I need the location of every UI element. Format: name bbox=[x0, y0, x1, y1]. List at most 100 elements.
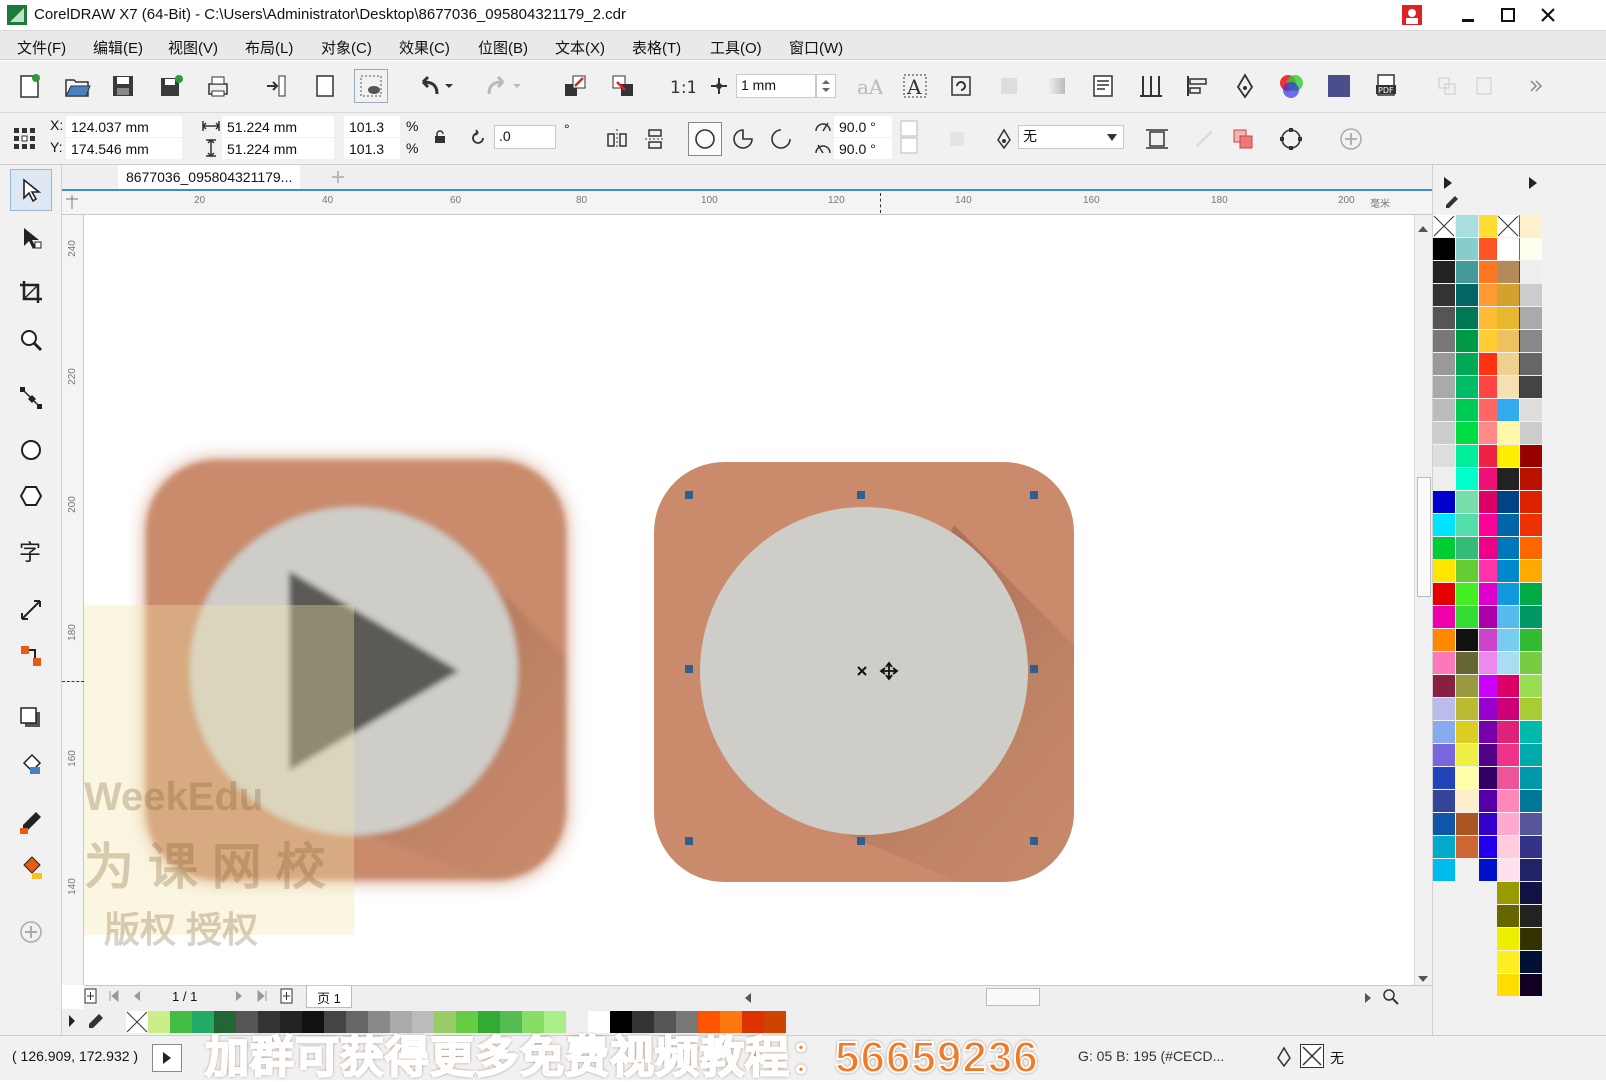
color-swatch[interactable] bbox=[1520, 422, 1542, 444]
nudge-distance-input[interactable]: 1 mm bbox=[736, 74, 816, 98]
ellipse-mode-icon[interactable] bbox=[688, 122, 722, 156]
palette-arrow-icon-2[interactable] bbox=[1528, 177, 1538, 192]
mirror-vertical-icon[interactable] bbox=[638, 122, 672, 156]
maximize-icon[interactable] bbox=[1490, 2, 1526, 28]
angle-spinner[interactable] bbox=[898, 118, 920, 156]
user-avatar-icon[interactable] bbox=[1400, 3, 1424, 27]
drop-shadow-tool-icon[interactable] bbox=[10, 697, 52, 739]
end-angle-input[interactable]: 90.0 ° bbox=[834, 138, 892, 159]
color-swatch[interactable] bbox=[1497, 882, 1519, 904]
y-position-input[interactable]: 174.546 mm bbox=[66, 138, 182, 159]
new-tab-icon[interactable] bbox=[328, 167, 348, 187]
publish-pdf-icon[interactable]: PDF bbox=[1370, 69, 1404, 103]
start-angle-input[interactable]: 90.0 ° bbox=[834, 116, 892, 137]
color-swatch[interactable] bbox=[1433, 468, 1455, 490]
selection-handle-bl[interactable] bbox=[685, 837, 693, 845]
doc-color-swatch[interactable] bbox=[368, 1011, 390, 1033]
color-swatch[interactable] bbox=[1456, 284, 1478, 306]
doc-color-swatch[interactable] bbox=[434, 1011, 456, 1033]
color-swatch[interactable] bbox=[1433, 721, 1455, 743]
redo-dropdown-icon[interactable] bbox=[510, 69, 524, 103]
text-convert-icon[interactable]: A bbox=[898, 69, 932, 103]
doc-color-swatch[interactable] bbox=[324, 1011, 346, 1033]
undo-dropdown-icon[interactable] bbox=[442, 69, 456, 103]
color-swatch[interactable] bbox=[1520, 790, 1542, 812]
toolbar-overflow-icon[interactable] bbox=[1524, 69, 1548, 103]
text-tool-icon[interactable]: 字 bbox=[10, 531, 52, 573]
zoom-tool-icon[interactable] bbox=[10, 319, 52, 361]
export-icon[interactable] bbox=[308, 69, 342, 103]
color-swatch[interactable] bbox=[1456, 330, 1478, 352]
color-swatch[interactable] bbox=[1456, 721, 1478, 743]
doc-color-swatch[interactable] bbox=[214, 1011, 236, 1033]
last-page-icon[interactable] bbox=[256, 989, 268, 1005]
doc-color-swatch[interactable] bbox=[148, 1011, 170, 1033]
doc-color-swatch[interactable] bbox=[632, 1011, 654, 1033]
selection-handle-tl[interactable] bbox=[685, 491, 693, 499]
color-swatch[interactable] bbox=[1520, 951, 1542, 973]
color-swatch[interactable] bbox=[1497, 721, 1519, 743]
color-swatch-icon[interactable] bbox=[1322, 69, 1356, 103]
menu-object[interactable]: 对象(C) bbox=[321, 37, 372, 58]
menu-edit[interactable]: 编辑(E) bbox=[93, 37, 143, 58]
no-fill-swatch-icon[interactable] bbox=[1497, 215, 1519, 237]
color-swatch[interactable] bbox=[1433, 537, 1455, 559]
color-swatch[interactable] bbox=[1520, 928, 1542, 950]
color-swatch[interactable] bbox=[1520, 652, 1542, 674]
connector-tool-icon[interactable] bbox=[10, 635, 52, 677]
color-swatch[interactable] bbox=[1520, 698, 1542, 720]
crop-tool-icon[interactable] bbox=[10, 271, 52, 313]
doc-color-swatch[interactable] bbox=[742, 1011, 764, 1033]
height-input[interactable]: 51.224 mm bbox=[222, 138, 334, 159]
color-swatch[interactable] bbox=[1520, 215, 1542, 237]
color-swatch[interactable] bbox=[1497, 261, 1519, 283]
color-swatch[interactable] bbox=[1456, 376, 1478, 398]
doc-color-swatch[interactable] bbox=[302, 1011, 324, 1033]
color-swatch[interactable] bbox=[1456, 652, 1478, 674]
shape-tool-icon[interactable] bbox=[10, 217, 52, 259]
transparency-tool-icon[interactable] bbox=[10, 743, 52, 785]
color-swatch[interactable] bbox=[1456, 744, 1478, 766]
rotation-input[interactable]: .0 bbox=[494, 125, 556, 149]
color-swatch[interactable] bbox=[1520, 813, 1542, 835]
color-swatch[interactable] bbox=[1497, 744, 1519, 766]
doc-color-swatch[interactable] bbox=[192, 1011, 214, 1033]
color-swatch[interactable] bbox=[1456, 399, 1478, 421]
doc-color-swatch[interactable] bbox=[610, 1011, 632, 1033]
menu-layout[interactable]: 布局(L) bbox=[245, 37, 293, 58]
color-swatch[interactable] bbox=[1520, 629, 1542, 651]
color-swatch[interactable] bbox=[1520, 560, 1542, 582]
doc-color-swatch[interactable] bbox=[698, 1011, 720, 1033]
color-swatch[interactable] bbox=[1520, 905, 1542, 927]
add-tool-icon[interactable] bbox=[10, 911, 52, 953]
color-swatch[interactable] bbox=[1520, 744, 1542, 766]
horizontal-ruler[interactable]: 20 40 60 80 100 120 140 160 180 200 毫米 bbox=[62, 191, 1432, 215]
color-swatch[interactable] bbox=[1433, 514, 1455, 536]
vertical-ruler[interactable]: 240 220 200 180 160 140 bbox=[62, 215, 84, 985]
color-swatch[interactable] bbox=[1497, 905, 1519, 927]
color-swatch[interactable] bbox=[1520, 767, 1542, 789]
doc-color-swatch[interactable] bbox=[566, 1011, 588, 1033]
color-swatch[interactable] bbox=[1433, 813, 1455, 835]
doc-color-swatch[interactable] bbox=[522, 1011, 544, 1033]
color-swatch[interactable] bbox=[1433, 330, 1455, 352]
freehand-tool-icon[interactable] bbox=[10, 377, 52, 419]
color-swatch[interactable] bbox=[1433, 560, 1455, 582]
no-fill-swatch-icon[interactable] bbox=[126, 1011, 148, 1033]
snap-to-icon[interactable]: aA bbox=[852, 69, 886, 103]
color-swatch[interactable] bbox=[1497, 859, 1519, 881]
next-page-icon[interactable] bbox=[234, 990, 244, 1005]
save-as-icon[interactable] bbox=[154, 69, 188, 103]
color-swatch[interactable] bbox=[1433, 284, 1455, 306]
color-swatch[interactable] bbox=[1497, 330, 1519, 352]
selection-handle-mr[interactable] bbox=[1030, 665, 1038, 673]
color-swatch[interactable] bbox=[1520, 721, 1542, 743]
rotate-frame-icon[interactable] bbox=[944, 69, 978, 103]
zoom-navigator-icon[interactable] bbox=[1382, 988, 1400, 1009]
status-expand-icon[interactable] bbox=[152, 1044, 182, 1072]
color-swatch[interactable] bbox=[1433, 698, 1455, 720]
color-swatch[interactable] bbox=[1520, 583, 1542, 605]
menu-table[interactable]: 表格(T) bbox=[632, 37, 681, 58]
publish-pdf-import-icon[interactable] bbox=[606, 69, 640, 103]
print-icon[interactable] bbox=[201, 69, 235, 103]
